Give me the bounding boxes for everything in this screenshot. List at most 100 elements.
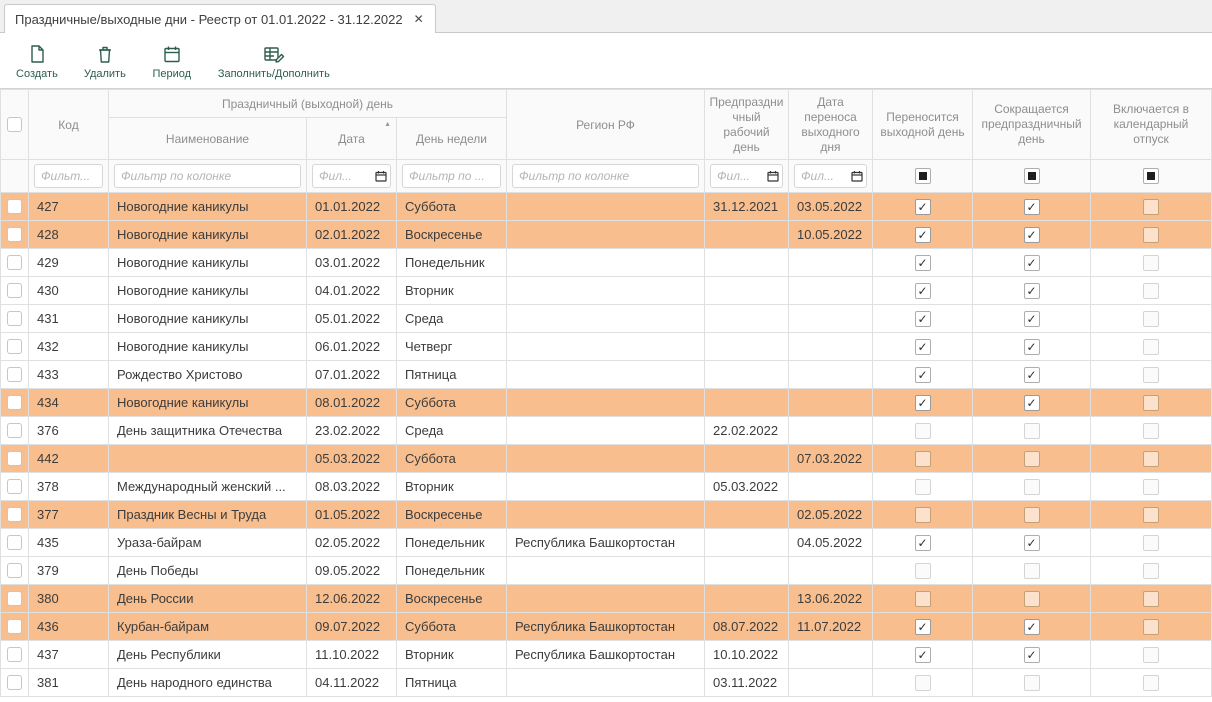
cell-checkbox[interactable]	[915, 227, 931, 243]
table-row[interactable]: 428Новогодние каникулы02.01.2022Воскресе…	[1, 221, 1212, 249]
table-row[interactable]: 381День народного единства04.11.2022Пятн…	[1, 669, 1212, 697]
cell-checkbox[interactable]	[1024, 423, 1040, 439]
row-select-checkbox[interactable]	[7, 339, 22, 354]
col-header-code[interactable]: Код	[29, 90, 109, 160]
row-select-checkbox[interactable]	[7, 535, 22, 550]
cell-checkbox[interactable]	[1143, 507, 1159, 523]
table-row[interactable]: 437День Республики11.10.2022ВторникРеспу…	[1, 641, 1212, 669]
shortened-filter-checkbox[interactable]	[1024, 168, 1040, 184]
cell-checkbox[interactable]	[1024, 591, 1040, 607]
cell-checkbox[interactable]	[1143, 367, 1159, 383]
table-row[interactable]: 432Новогодние каникулы06.01.2022Четверг	[1, 333, 1212, 361]
table-row[interactable]: 380День России12.06.2022Воскресенье13.06…	[1, 585, 1212, 613]
select-all-checkbox[interactable]	[7, 117, 22, 132]
cell-checkbox[interactable]	[915, 507, 931, 523]
cell-checkbox[interactable]	[915, 535, 931, 551]
cell-checkbox[interactable]	[1143, 395, 1159, 411]
cell-checkbox[interactable]	[1024, 199, 1040, 215]
row-select-checkbox[interactable]	[7, 423, 22, 438]
cell-checkbox[interactable]	[1024, 451, 1040, 467]
cell-checkbox[interactable]	[915, 255, 931, 271]
cell-checkbox[interactable]	[1143, 451, 1159, 467]
cell-checkbox[interactable]	[1143, 423, 1159, 439]
transferred-filter-checkbox[interactable]	[915, 168, 931, 184]
table-row[interactable]: 377Праздник Весны и Труда01.05.2022Воскр…	[1, 501, 1212, 529]
table-row[interactable]: 430Новогодние каникулы04.01.2022Вторник	[1, 277, 1212, 305]
row-select-checkbox[interactable]	[7, 255, 22, 270]
row-select-checkbox[interactable]	[7, 563, 22, 578]
cell-checkbox[interactable]	[1024, 479, 1040, 495]
tab-holidays-registry[interactable]: Праздничные/выходные дни - Реестр от 01.…	[4, 4, 436, 33]
cell-checkbox[interactable]	[915, 647, 931, 663]
col-header-date[interactable]: Дата ▲	[307, 118, 397, 160]
calendar-icon[interactable]	[375, 170, 387, 185]
cell-checkbox[interactable]	[1143, 255, 1159, 271]
cell-checkbox[interactable]	[915, 199, 931, 215]
cell-checkbox[interactable]	[1024, 367, 1040, 383]
cell-checkbox[interactable]	[1143, 675, 1159, 691]
cell-checkbox[interactable]	[915, 591, 931, 607]
cell-checkbox[interactable]	[1024, 507, 1040, 523]
cell-checkbox[interactable]	[1143, 591, 1159, 607]
col-header-transfer-date[interactable]: Дата переноса выходного дня	[789, 90, 873, 160]
col-header-region[interactable]: Регион РФ	[507, 90, 705, 160]
code-filter-input[interactable]	[34, 164, 103, 188]
cell-checkbox[interactable]	[915, 339, 931, 355]
cell-checkbox[interactable]	[1143, 283, 1159, 299]
row-select-checkbox[interactable]	[7, 675, 22, 690]
cell-checkbox[interactable]	[915, 367, 931, 383]
region-filter-input[interactable]	[512, 164, 699, 188]
period-button[interactable]: Период	[152, 43, 192, 80]
delete-button[interactable]: Удалить	[84, 43, 126, 80]
cell-checkbox[interactable]	[1024, 563, 1040, 579]
row-select-checkbox[interactable]	[7, 647, 22, 662]
table-row[interactable]: 431Новогодние каникулы05.01.2022Среда	[1, 305, 1212, 333]
cell-checkbox[interactable]	[1143, 479, 1159, 495]
cell-checkbox[interactable]	[1024, 675, 1040, 691]
cell-checkbox[interactable]	[1143, 311, 1159, 327]
col-header-transferred[interactable]: Переносится выходной день	[873, 90, 973, 160]
cell-checkbox[interactable]	[915, 675, 931, 691]
table-row[interactable]: 376День защитника Отечества23.02.2022Сре…	[1, 417, 1212, 445]
cell-checkbox[interactable]	[915, 479, 931, 495]
row-select-checkbox[interactable]	[7, 367, 22, 382]
weekday-filter-input[interactable]	[402, 164, 501, 188]
table-row[interactable]: 378Международный женский ...08.03.2022Вт…	[1, 473, 1212, 501]
col-header-preholiday[interactable]: Предпраздничный рабочий день	[705, 90, 789, 160]
cell-checkbox[interactable]	[1143, 199, 1159, 215]
cell-checkbox[interactable]	[1024, 339, 1040, 355]
cell-checkbox[interactable]	[1024, 619, 1040, 635]
row-select-checkbox[interactable]	[7, 395, 22, 410]
cell-checkbox[interactable]	[915, 283, 931, 299]
table-row[interactable]: 434Новогодние каникулы08.01.2022Суббота	[1, 389, 1212, 417]
cell-checkbox[interactable]	[1024, 311, 1040, 327]
col-header-shortened[interactable]: Сокращается предпраздничный день	[973, 90, 1091, 160]
cell-checkbox[interactable]	[1143, 619, 1159, 635]
table-row[interactable]: 427Новогодние каникулы01.01.2022Суббота3…	[1, 193, 1212, 221]
cell-checkbox[interactable]	[1143, 227, 1159, 243]
row-select-checkbox[interactable]	[7, 479, 22, 494]
fill-append-button[interactable]: Заполнить/Дополнить	[218, 43, 330, 80]
cell-checkbox[interactable]	[915, 395, 931, 411]
name-filter-input[interactable]	[114, 164, 301, 188]
row-select-checkbox[interactable]	[7, 451, 22, 466]
cell-checkbox[interactable]	[915, 311, 931, 327]
row-select-checkbox[interactable]	[7, 283, 22, 298]
cell-checkbox[interactable]	[915, 619, 931, 635]
col-header-name[interactable]: Наименование	[109, 118, 307, 160]
row-select-checkbox[interactable]	[7, 591, 22, 606]
cell-checkbox[interactable]	[1143, 339, 1159, 355]
table-row[interactable]: 44205.03.2022Суббота07.03.2022	[1, 445, 1212, 473]
row-select-checkbox[interactable]	[7, 227, 22, 242]
cell-checkbox[interactable]	[1024, 255, 1040, 271]
cell-checkbox[interactable]	[1024, 227, 1040, 243]
calendar-icon[interactable]	[767, 170, 779, 185]
cell-checkbox[interactable]	[1024, 283, 1040, 299]
row-select-checkbox[interactable]	[7, 619, 22, 634]
col-header-weekday[interactable]: День недели	[397, 118, 507, 160]
create-button[interactable]: Создать	[16, 43, 58, 80]
table-row[interactable]: 379День Победы09.05.2022Понедельник	[1, 557, 1212, 585]
cell-checkbox[interactable]	[1143, 535, 1159, 551]
calendar-icon[interactable]	[851, 170, 863, 185]
cell-checkbox[interactable]	[915, 563, 931, 579]
